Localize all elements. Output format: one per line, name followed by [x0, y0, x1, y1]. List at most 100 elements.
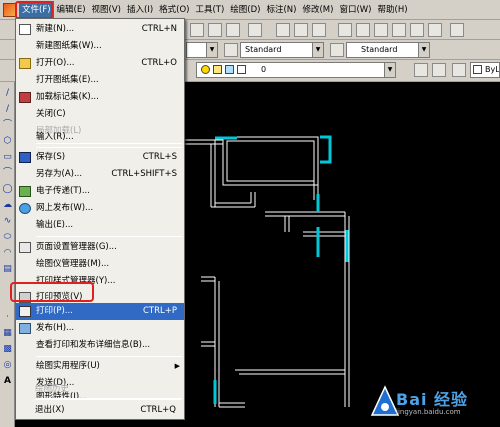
- menu-item-drawing-utilities[interactable]: 绘图实用程序(U) ▶: [16, 358, 184, 375]
- submenu-arrow-icon: ▶: [174, 362, 180, 370]
- menu-item-publish-web[interactable]: 网上发布(W)...: [16, 200, 184, 217]
- zoom-window-icon[interactable]: [294, 23, 308, 37]
- menu-item-publish[interactable]: 发布(H)...: [16, 320, 184, 337]
- print-preview-icon: [19, 292, 31, 303]
- sheet-set-icon[interactable]: [392, 23, 406, 37]
- menu-item-open-sheet-set[interactable]: 打开图纸集(E)...: [16, 72, 184, 89]
- ellipse-arc-icon[interactable]: ◠: [2, 248, 13, 259]
- table-style-value: Standard: [361, 45, 398, 54]
- menu-view[interactable]: 视图(V): [89, 1, 124, 19]
- menu-item-save[interactable]: 保存(S) CTRL+S: [16, 149, 184, 166]
- zoom-previous-icon[interactable]: [312, 23, 326, 37]
- tool-palettes-icon[interactable]: [374, 23, 388, 37]
- menu-item-exit[interactable]: 退出(X) CTRL+Q: [15, 402, 183, 419]
- circle-icon[interactable]: ◯: [2, 184, 13, 195]
- menu-item-new-sheet-set[interactable]: 新建图纸集(W)...: [16, 38, 184, 55]
- dimension-style-combo[interactable]: Standard ▼: [240, 42, 324, 58]
- color-swatch-icon: [473, 65, 482, 74]
- region-icon[interactable]: ◎: [2, 360, 13, 371]
- menu-file[interactable]: 文件(F): [19, 0, 54, 19]
- multiline-text-icon[interactable]: A: [2, 376, 13, 387]
- make-object-layer-current-icon[interactable]: [414, 63, 428, 77]
- menu-item-drawing-history: 绘图历史: [35, 384, 70, 394]
- menu-item-plot[interactable]: 打印(P)... CTRL+P: [16, 303, 184, 320]
- autocad-app-icon[interactable]: [3, 2, 17, 17]
- menu-item-save-as[interactable]: 另存为(A)... CTRL+SHIFT+S: [16, 166, 184, 183]
- menu-modify[interactable]: 修改(M): [299, 1, 336, 19]
- watermark-text: Bai 经验: [396, 390, 469, 409]
- calculator-icon[interactable]: [428, 23, 442, 37]
- menu-help[interactable]: 帮助(H): [375, 1, 411, 19]
- markup-set-icon[interactable]: [410, 23, 424, 37]
- baidu-jingyan-watermark: Bai 经验 jingyan.baidu.com: [370, 380, 500, 427]
- dimension-style-value: Standard: [245, 45, 282, 54]
- menu-item-page-setup-manager[interactable]: 页面设置管理器(G)...: [16, 239, 184, 256]
- point-icon[interactable]: ·: [2, 312, 13, 323]
- menu-window[interactable]: 窗口(W): [336, 1, 374, 19]
- menu-item-view-plot-details[interactable]: 查看打印和发布详细信息(B)...: [16, 337, 184, 354]
- menu-insert[interactable]: 插入(I): [124, 1, 156, 19]
- polygon-icon[interactable]: ⬡: [2, 136, 13, 147]
- menu-dimension[interactable]: 标注(N): [263, 1, 299, 19]
- markup-icon: [19, 92, 31, 103]
- ellipse-icon[interactable]: ⬭: [2, 232, 13, 243]
- menu-item-load-markup-set[interactable]: 加载标记集(K)...: [16, 89, 184, 106]
- publish-icon: [19, 323, 31, 334]
- menu-item-plot-style-manager[interactable]: 打印样式管理器(Y)...: [16, 273, 184, 290]
- text-style-combo-stub[interactable]: ▼: [186, 42, 218, 58]
- insert-block-icon[interactable]: ▤: [2, 264, 13, 275]
- line-icon[interactable]: /: [2, 88, 13, 99]
- arc-icon[interactable]: ⌒: [2, 168, 13, 179]
- table-style-combo[interactable]: Standard ▼: [346, 42, 430, 58]
- polyline-icon[interactable]: ⌒: [2, 120, 13, 131]
- menu-item-plotter-manager[interactable]: 绘图仪管理器(M)...: [16, 256, 184, 273]
- color-control-icon[interactable]: [452, 63, 466, 77]
- layer-lock-icon: [225, 65, 234, 74]
- layer-color-icon: [237, 65, 246, 74]
- revision-cloud-icon[interactable]: ☁: [2, 200, 13, 211]
- layer-on-icon: [201, 65, 210, 74]
- zoom-realtime-icon[interactable]: [276, 23, 290, 37]
- design-center-icon[interactable]: [356, 23, 370, 37]
- menu-item-import[interactable]: 输入(R)...: [16, 129, 184, 146]
- open-folder-icon: [19, 58, 31, 69]
- color-combo[interactable]: ByL: [470, 62, 500, 78]
- hatch-icon[interactable]: ▦: [2, 328, 13, 339]
- watermark-url: jingyan.baidu.com: [396, 408, 461, 416]
- layer-combo[interactable]: 0 ▼: [196, 62, 396, 78]
- layer-previous-icon[interactable]: [432, 63, 446, 77]
- menu-draw[interactable]: 绘图(D): [227, 1, 263, 19]
- print-icon: [19, 306, 31, 317]
- menu-format[interactable]: 格式(O): [156, 1, 192, 19]
- new-file-icon: [19, 24, 31, 35]
- layer-value: 0: [261, 65, 267, 74]
- menu-item-etransmit[interactable]: 电子传递(T)...: [16, 183, 184, 200]
- file-dropdown-menu: 新建(N)... CTRL+N 新建图纸集(W)... 打开(O)... CTR…: [15, 18, 185, 420]
- layer-thaw-icon: [213, 65, 222, 74]
- dimension-style-icon[interactable]: [224, 43, 238, 57]
- menu-item-export[interactable]: 输出(E)...: [16, 217, 184, 234]
- redo-icon[interactable]: [248, 23, 262, 37]
- rectangle-icon[interactable]: ▭: [2, 152, 13, 163]
- menu-separator: [35, 399, 181, 400]
- menu-item-open[interactable]: 打开(O)... CTRL+O: [16, 55, 184, 72]
- menu-tools[interactable]: 工具(T): [192, 1, 227, 19]
- table-style-icon[interactable]: [330, 43, 344, 57]
- match-properties-icon[interactable]: [208, 23, 222, 37]
- menu-item-new[interactable]: 新建(N)... CTRL+N: [16, 21, 184, 38]
- etransmit-icon: [19, 186, 31, 197]
- menu-separator: [36, 147, 182, 148]
- draw-toolbar: / / ⌒ ⬡ ▭ ⌒ ◯ ☁ ∿ ⬭ ◠ ▤ · ▦ ▩ ◎ A: [0, 82, 15, 427]
- menu-item-close[interactable]: 关闭(C): [16, 106, 184, 123]
- menu-separator: [36, 236, 182, 237]
- undo-icon[interactable]: [226, 23, 240, 37]
- pan-icon[interactable]: [190, 23, 204, 37]
- help-icon[interactable]: [450, 23, 464, 37]
- properties-icon[interactable]: [338, 23, 352, 37]
- spline-icon[interactable]: ∿: [2, 216, 13, 227]
- construction-line-icon[interactable]: /: [2, 104, 13, 115]
- menu-edit[interactable]: 编辑(E): [54, 1, 89, 19]
- menubar: 文件(F) 编辑(E) 视图(V) 插入(I) 格式(O) 工具(T) 绘图(D…: [0, 0, 500, 20]
- gradient-icon[interactable]: ▩: [2, 344, 13, 355]
- color-value: ByL: [485, 65, 500, 74]
